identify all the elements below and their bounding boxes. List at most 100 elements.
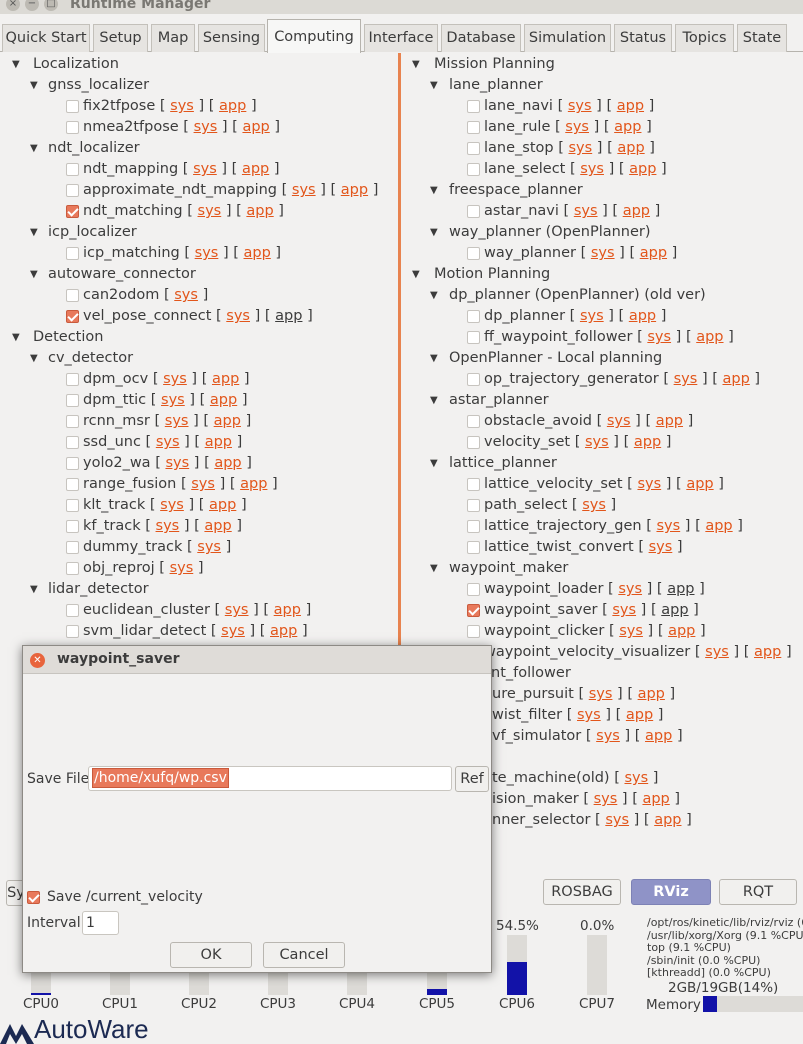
- app-link[interactable]: app: [668, 623, 695, 639]
- checkbox[interactable]: [467, 331, 480, 344]
- sys-link[interactable]: sys: [585, 434, 609, 450]
- checkbox[interactable]: [467, 415, 480, 428]
- expand-arrow-icon[interactable]: ▼: [430, 558, 438, 579]
- app-link[interactable]: app: [275, 308, 302, 324]
- checkbox[interactable]: [66, 415, 79, 428]
- app-link[interactable]: app: [246, 203, 273, 219]
- rqt-button[interactable]: RQT: [719, 879, 797, 905]
- checkbox[interactable]: [66, 436, 79, 449]
- app-link[interactable]: app: [210, 392, 237, 408]
- checkbox[interactable]: [467, 478, 480, 491]
- expand-arrow-icon[interactable]: ▼: [430, 222, 438, 243]
- checkbox[interactable]: [66, 499, 79, 512]
- sys-link[interactable]: sys: [160, 497, 184, 513]
- tab-map[interactable]: Map: [151, 24, 195, 52]
- app-link[interactable]: app: [212, 371, 239, 387]
- sys-link[interactable]: sys: [193, 161, 217, 177]
- checkbox[interactable]: [66, 394, 79, 407]
- save-file-input[interactable]: /home/xufq/wp.csv: [88, 766, 452, 791]
- expand-arrow-icon[interactable]: ▼: [30, 579, 38, 600]
- sys-link[interactable]: sys: [574, 203, 598, 219]
- expand-arrow-icon[interactable]: ▼: [12, 54, 20, 75]
- sys-link[interactable]: sys: [221, 623, 245, 639]
- sys-link[interactable]: sys: [649, 539, 673, 555]
- maximize-window-icon[interactable]: □: [44, 0, 58, 11]
- expand-arrow-icon[interactable]: ▼: [30, 75, 38, 96]
- checkbox-checked[interactable]: [66, 205, 79, 218]
- app-link[interactable]: app: [209, 497, 236, 513]
- checkbox[interactable]: [66, 541, 79, 554]
- checkbox[interactable]: [467, 436, 480, 449]
- sys-link[interactable]: sys: [580, 161, 604, 177]
- tab-interface[interactable]: Interface: [364, 24, 438, 52]
- checkbox[interactable]: [66, 457, 79, 470]
- rosbag-button[interactable]: ROSBAG: [543, 879, 621, 905]
- sys-link[interactable]: sys: [197, 539, 221, 555]
- checkbox[interactable]: [66, 604, 79, 617]
- checkbox[interactable]: [66, 625, 79, 638]
- sys-link[interactable]: sys: [170, 560, 194, 576]
- sys-link[interactable]: sys: [565, 119, 589, 135]
- sys-link[interactable]: sys: [607, 413, 631, 429]
- expand-arrow-icon[interactable]: ▼: [30, 264, 38, 285]
- expand-arrow-icon[interactable]: ▼: [12, 327, 20, 348]
- sys-link[interactable]: sys: [705, 644, 729, 660]
- sys-link[interactable]: sys: [618, 581, 642, 597]
- checkbox[interactable]: [66, 562, 79, 575]
- checkbox-checked[interactable]: [66, 310, 79, 323]
- checkbox[interactable]: [467, 163, 480, 176]
- expand-arrow-icon[interactable]: ▼: [30, 138, 38, 159]
- app-link[interactable]: app: [705, 518, 732, 534]
- checkbox[interactable]: [467, 373, 480, 386]
- ok-button[interactable]: OK: [170, 942, 252, 968]
- app-link[interactable]: app: [629, 161, 656, 177]
- checkbox[interactable]: [467, 625, 480, 638]
- checkbox[interactable]: [66, 520, 79, 533]
- sys-link[interactable]: sys: [568, 98, 592, 114]
- app-link[interactable]: app: [204, 518, 231, 534]
- sys-link[interactable]: sys: [596, 728, 620, 744]
- app-link[interactable]: app: [205, 434, 232, 450]
- sys-link[interactable]: sys: [577, 707, 601, 723]
- checkbox[interactable]: [467, 100, 480, 113]
- app-link[interactable]: app: [274, 602, 301, 618]
- sys-link[interactable]: sys: [647, 329, 671, 345]
- checkbox[interactable]: [66, 100, 79, 113]
- minimize-window-icon[interactable]: −: [25, 0, 39, 11]
- cancel-button[interactable]: Cancel: [263, 942, 345, 968]
- expand-arrow-icon[interactable]: ▼: [430, 75, 438, 96]
- tab-quick-start[interactable]: Quick Start: [2, 24, 90, 52]
- app-link[interactable]: app: [623, 203, 650, 219]
- sys-link[interactable]: sys: [612, 602, 636, 618]
- sys-link[interactable]: sys: [163, 371, 187, 387]
- app-link[interactable]: app: [696, 329, 723, 345]
- expand-arrow-icon[interactable]: ▼: [430, 348, 438, 369]
- sys-link[interactable]: sys: [591, 245, 615, 261]
- checkbox[interactable]: [66, 247, 79, 260]
- app-link[interactable]: app: [242, 161, 269, 177]
- sys-link[interactable]: sys: [605, 812, 629, 828]
- sys-link[interactable]: sys: [619, 623, 643, 639]
- tab-topics[interactable]: Topics: [675, 24, 734, 52]
- checkbox-checked[interactable]: [27, 891, 40, 904]
- sys-link[interactable]: sys: [195, 245, 219, 261]
- checkbox[interactable]: [467, 583, 480, 596]
- sys-link[interactable]: sys: [656, 518, 680, 534]
- expand-arrow-icon[interactable]: ▼: [30, 222, 38, 243]
- checkbox[interactable]: [467, 499, 480, 512]
- app-link[interactable]: app: [626, 707, 653, 723]
- checkbox[interactable]: [66, 184, 79, 197]
- tab-database[interactable]: Database: [441, 24, 521, 52]
- checkbox[interactable]: [66, 289, 79, 302]
- sys-link[interactable]: sys: [170, 98, 194, 114]
- expand-arrow-icon[interactable]: ▼: [412, 54, 420, 75]
- app-link[interactable]: app: [614, 119, 641, 135]
- checkbox[interactable]: [467, 142, 480, 155]
- app-link[interactable]: app: [629, 308, 656, 324]
- checkbox[interactable]: [66, 121, 79, 134]
- sys-link[interactable]: sys: [226, 308, 250, 324]
- rviz-button[interactable]: RViz: [631, 879, 711, 905]
- app-link[interactable]: app: [341, 182, 368, 198]
- app-link[interactable]: app: [640, 245, 667, 261]
- checkbox[interactable]: [467, 541, 480, 554]
